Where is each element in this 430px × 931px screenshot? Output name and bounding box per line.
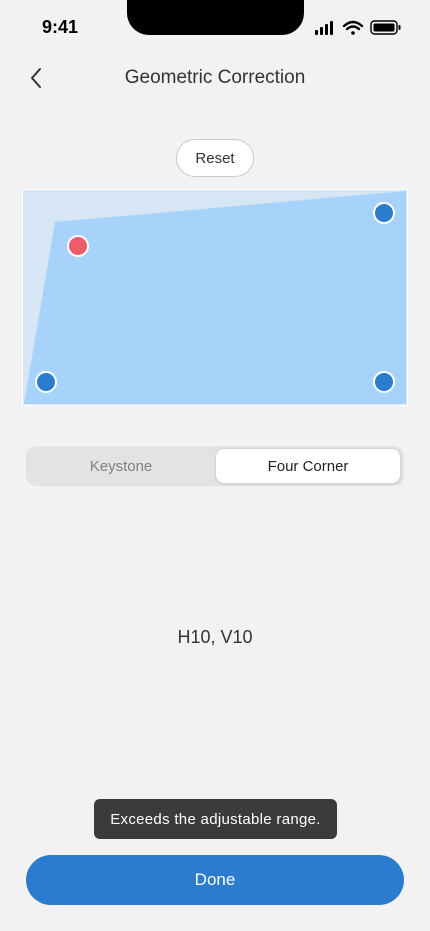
corrected-area: [24, 191, 406, 404]
nav-bar: Geometric Correction: [0, 55, 430, 101]
correction-preview: [21, 188, 409, 407]
corner-handle-bottom-right[interactable]: [373, 371, 395, 393]
mode-segmented-control: Keystone Four Corner: [26, 446, 404, 486]
signal-icon: [315, 21, 333, 35]
corner-handle-top-right[interactable]: [373, 202, 395, 224]
corner-handle-top-left[interactable]: [67, 235, 89, 257]
done-button[interactable]: Done: [26, 855, 404, 905]
correction-value: H10, V10: [177, 627, 253, 647]
status-bar: 9:41: [0, 0, 430, 50]
page-title: Geometric Correction: [124, 67, 306, 88]
segment-keystone[interactable]: Keystone: [26, 446, 216, 486]
wifi-icon: [342, 20, 364, 35]
notch: [127, 0, 304, 35]
toast-message: Exceeds the adjustable range.: [94, 799, 337, 839]
segment-four-corner[interactable]: Four Corner: [215, 448, 401, 484]
status-icons: [314, 18, 404, 38]
battery-icon: [370, 20, 401, 35]
corner-handle-bottom-left[interactable]: [35, 371, 57, 393]
reset-button[interactable]: Reset: [176, 139, 254, 177]
status-time: 9:41: [42, 17, 79, 37]
